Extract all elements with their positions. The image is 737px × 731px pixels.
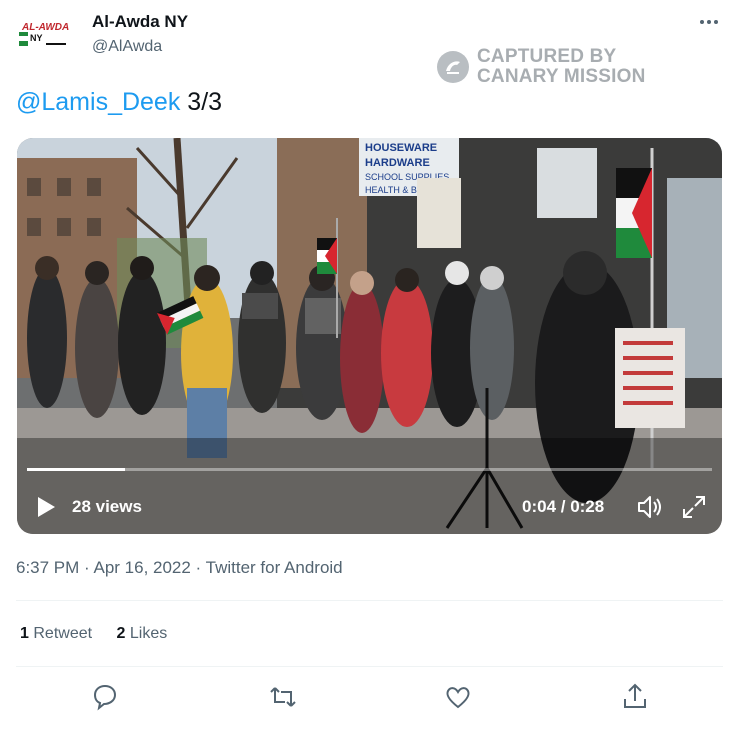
video-progress-fill: [27, 468, 125, 471]
volume-icon[interactable]: [636, 494, 664, 520]
more-horizontal-icon[interactable]: [697, 10, 721, 34]
divider: [16, 600, 723, 601]
video-time: 0:04 / 0:28: [522, 497, 605, 516]
svg-text:HOUSEWARE: HOUSEWARE: [365, 142, 437, 154]
mention-link[interactable]: @Lamis_Deek: [16, 88, 180, 116]
canary-mission-watermark: CAPTURED BY CANARY MISSION: [437, 47, 657, 89]
heart-icon[interactable]: [441, 680, 475, 714]
view-count: 28 views: [72, 497, 142, 516]
retweet-icon[interactable]: [266, 680, 300, 714]
share-icon[interactable]: [618, 680, 652, 714]
likes-stat[interactable]: 2 Likes: [117, 625, 168, 642]
reply-icon[interactable]: [88, 680, 122, 714]
tweet-stats: 1 Retweet 2 Likes: [20, 625, 187, 643]
video-progress-bar[interactable]: [27, 468, 712, 471]
play-icon[interactable]: [35, 496, 57, 518]
watermark-line-1: CAPTURED BY: [477, 46, 617, 67]
svg-text:AL-AWDA: AL-AWDA: [21, 22, 69, 33]
avatar[interactable]: AL-AWDA NY: [16, 14, 74, 54]
tweet-actions: [16, 680, 723, 714]
expand-icon[interactable]: [681, 494, 707, 520]
svg-text:HARDWARE: HARDWARE: [365, 157, 430, 169]
retweets-label: Retweet: [33, 625, 93, 642]
likes-label: Likes: [129, 625, 168, 642]
account-handle[interactable]: @AlAwda: [92, 38, 162, 56]
canary-logo-icon: [437, 51, 469, 83]
tweet-body: 3/3: [187, 88, 223, 116]
watermark-line-2: CANARY MISSION: [477, 66, 646, 87]
tweet-timestamp[interactable]: 6:37 PM · Apr 16, 2022 · Twitter for And…: [16, 558, 343, 578]
video-player[interactable]: HOUSEWARE HARDWARE SCHOOL SUPPLIES HEALT…: [17, 138, 722, 534]
tweet-text: @Lamis_Deek 3/3: [16, 88, 222, 117]
retweets-count: 1: [20, 625, 29, 642]
video-frame: HOUSEWARE HARDWARE SCHOOL SUPPLIES HEALT…: [17, 138, 722, 534]
likes-count: 2: [116, 625, 126, 642]
display-name[interactable]: Al-Awda NY: [92, 12, 188, 32]
divider: [16, 666, 723, 667]
svg-text:NY: NY: [30, 33, 43, 43]
retweets-stat[interactable]: 1 Retweet: [20, 625, 92, 642]
